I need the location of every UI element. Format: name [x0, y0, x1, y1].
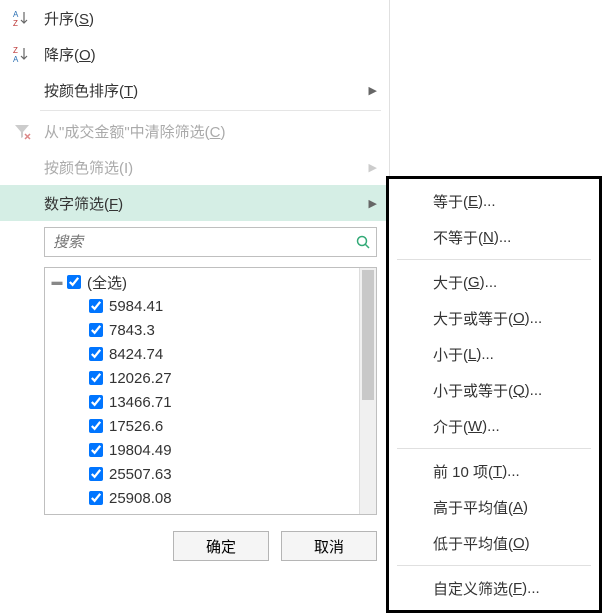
sort-descending-item[interactable]: ZA 降序(O) [0, 36, 389, 72]
tree-row[interactable]: ·25507.63 [45, 462, 359, 486]
custom-filter-item[interactable]: 自定义筛选(F)... [389, 570, 599, 606]
sort-by-color-label: 按颜色排序(T) [44, 80, 369, 101]
sort-by-color-item[interactable]: 按颜色排序(T) ▶ [0, 72, 389, 108]
tree-row[interactable]: ·8424.74 [45, 342, 359, 366]
cancel-button[interactable]: 取消 [281, 531, 377, 561]
value-checkbox[interactable] [89, 323, 103, 337]
value-checkbox[interactable] [89, 347, 103, 361]
value-checkbox[interactable] [89, 395, 103, 409]
value-checkbox[interactable] [89, 299, 103, 313]
sort-descending-label: 降序(O) [44, 44, 377, 65]
value-checkbox[interactable] [89, 443, 103, 457]
chevron-right-icon: ▶ [369, 161, 377, 174]
value-label: 7843.3 [109, 322, 155, 339]
tree-collapse-icon[interactable]: ▬ [51, 276, 63, 288]
number-filters-submenu: 等于(E)... 不等于(N)... 大于(G)... 大于或等于(O)... … [386, 176, 602, 613]
chevron-right-icon: ▶ [369, 84, 377, 97]
number-filters-label: 数字筛选(F) [44, 193, 369, 214]
filter-dropdown-panel: AZ 升序(S) ZA 降序(O) 按颜色排序(T) ▶ 从"成交金额"中清除筛… [0, 0, 390, 573]
ok-button[interactable]: 确定 [173, 531, 269, 561]
value-checkbox[interactable] [89, 371, 103, 385]
tree-inner: ▬ (全选) ·5984.41·7843.3·8424.74·12026.27·… [45, 268, 359, 514]
value-checkbox[interactable] [89, 491, 103, 505]
value-label: 25507.63 [109, 466, 172, 483]
clear-filter-icon [12, 121, 32, 141]
value-label: 5984.41 [109, 298, 163, 315]
sort-descending-icon: ZA [12, 44, 32, 64]
less-equal-item[interactable]: 小于或等于(Q)... [389, 372, 599, 408]
submenu-divider [397, 565, 591, 566]
between-item[interactable]: 介于(W)... [389, 408, 599, 444]
svg-text:A: A [13, 55, 19, 63]
above-average-item[interactable]: 高于平均值(A) [389, 489, 599, 525]
chevron-right-icon: ▶ [369, 197, 377, 210]
not-equals-item[interactable]: 不等于(N)... [389, 219, 599, 255]
submenu-divider [397, 448, 591, 449]
filter-by-color-item: 按颜色筛选(I) ▶ [0, 149, 389, 185]
scrollbar-thumb[interactable] [362, 270, 374, 400]
filter-by-color-label: 按颜色筛选(I) [44, 157, 369, 178]
equals-item[interactable]: 等于(E)... [389, 183, 599, 219]
tree-row[interactable]: ·17526.6 [45, 414, 359, 438]
tree-row-select-all[interactable]: ▬ (全选) [45, 270, 359, 294]
tree-row[interactable]: ·12026.27 [45, 366, 359, 390]
select-all-checkbox[interactable] [67, 275, 81, 289]
below-average-item[interactable]: 低于平均值(O) [389, 525, 599, 561]
svg-text:Z: Z [13, 19, 18, 27]
value-label: 25908.08 [109, 490, 172, 507]
tree-row[interactable]: ·5984.41 [45, 294, 359, 318]
tree-row[interactable]: ·19804.49 [45, 438, 359, 462]
tree-row[interactable]: ·13466.71 [45, 390, 359, 414]
svg-text:Z: Z [13, 46, 18, 55]
tree-row[interactable]: ·7843.3 [45, 318, 359, 342]
greater-equal-item[interactable]: 大于或等于(O)... [389, 300, 599, 336]
svg-text:A: A [13, 10, 19, 19]
dialog-buttons: 确定 取消 [0, 519, 389, 573]
sort-ascending-item[interactable]: AZ 升序(S) [0, 0, 389, 36]
filter-values-tree: ▬ (全选) ·5984.41·7843.3·8424.74·12026.27·… [44, 267, 377, 515]
value-label: 12026.27 [109, 370, 172, 387]
less-than-item[interactable]: 小于(L)... [389, 336, 599, 372]
search-input[interactable] [45, 234, 350, 251]
clear-filter-item: 从"成交金额"中清除筛选(C) [0, 113, 389, 149]
submenu-divider [397, 259, 591, 260]
sort-ascending-label: 升序(S) [44, 8, 377, 29]
menu-divider [40, 110, 381, 111]
search-icon[interactable] [350, 234, 376, 250]
value-label: 19804.49 [109, 442, 172, 459]
value-label: 17526.6 [109, 418, 163, 435]
tree-scrollbar[interactable] [359, 268, 376, 514]
number-filters-item[interactable]: 数字筛选(F) ▶ [0, 185, 389, 221]
greater-than-item[interactable]: 大于(G)... [389, 264, 599, 300]
select-all-label: (全选) [87, 272, 127, 293]
sort-ascending-icon: AZ [12, 8, 32, 28]
value-label: 13466.71 [109, 394, 172, 411]
search-row [0, 221, 389, 263]
value-checkbox[interactable] [89, 467, 103, 481]
top-10-item[interactable]: 前 10 项(T)... [389, 453, 599, 489]
value-label: 8424.74 [109, 346, 163, 363]
search-box [44, 227, 377, 257]
tree-row[interactable]: ·25908.08 [45, 486, 359, 510]
clear-filter-label: 从"成交金额"中清除筛选(C) [44, 121, 377, 142]
value-checkbox[interactable] [89, 419, 103, 433]
